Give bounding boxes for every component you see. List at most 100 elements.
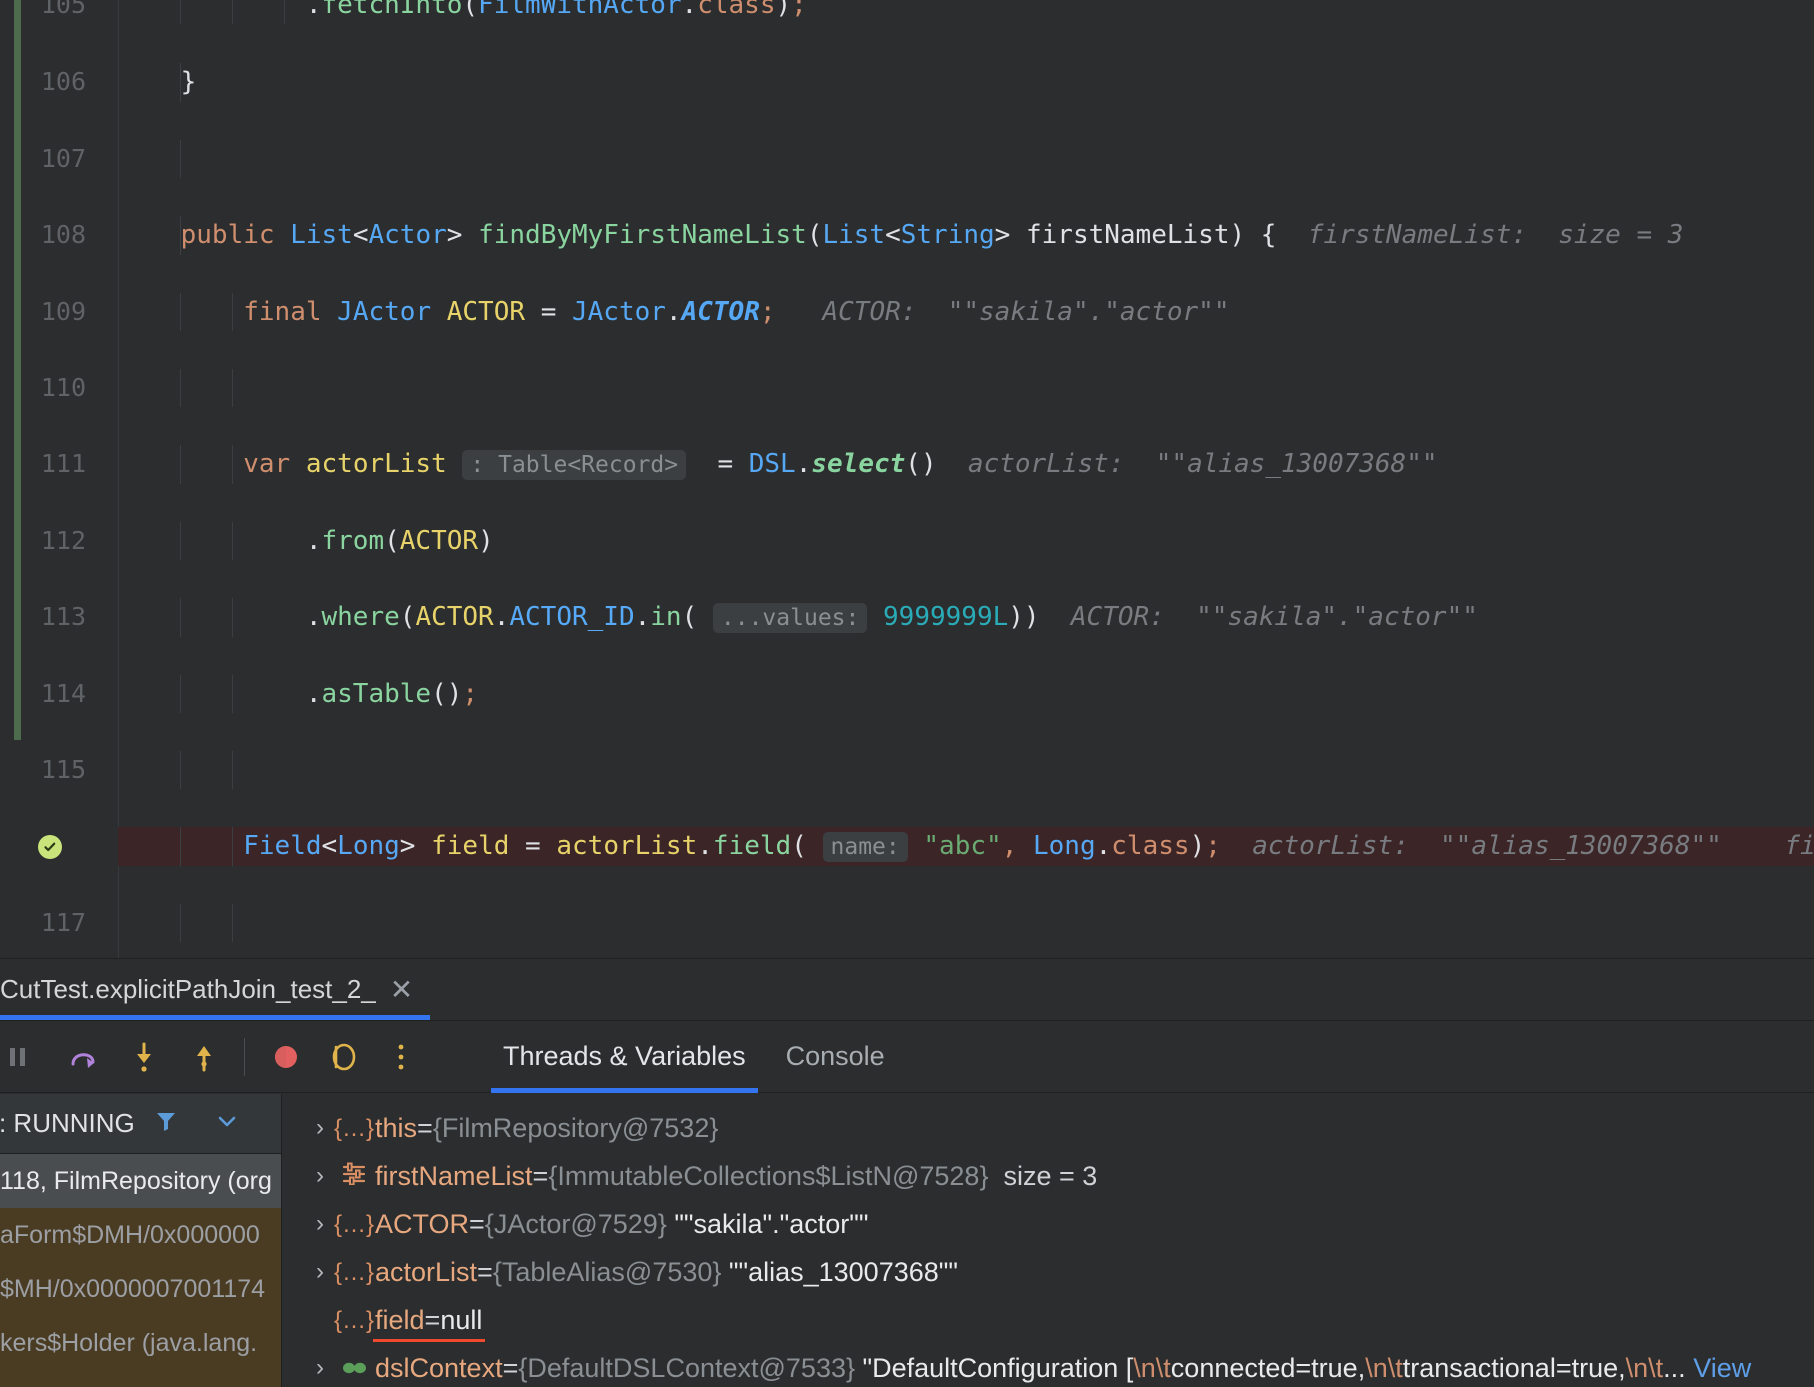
code-editor[interactable]: 105 .fetchInto(FilmWithActor.class); 106…: [0, 0, 1814, 958]
line-number: 111: [40, 449, 86, 479]
code-line[interactable]: 109 final JActor ACTOR = JActor.ACTOR; A…: [0, 292, 1814, 331]
object-braces-icon: {…}: [333, 1211, 375, 1238]
line-text: }: [118, 67, 197, 98]
code-line[interactable]: 105 .fetchInto(FilmWithActor.class);: [0, 0, 1814, 25]
code-line[interactable]: 117: [0, 903, 1814, 943]
line-text: .from(ACTOR): [305, 525, 494, 556]
code-line[interactable]: 113 .where(ACTOR.ACTOR_ID.in( ...values:…: [0, 598, 1814, 637]
variable-name: actorList: [375, 1257, 478, 1287]
step-over-button[interactable]: [58, 1031, 110, 1083]
breakpoint-circle-icon[interactable]: [259, 1031, 311, 1083]
variables-pane[interactable]: › {…} this = {FilmRepository@7532} › fir…: [283, 1094, 1814, 1387]
line-text: .where(ACTOR.ACTOR_ID.in( ...values: 999…: [305, 602, 1478, 634]
variable-name: this: [375, 1113, 418, 1143]
line-number: 105: [40, 0, 86, 19]
line-text: Field<Long> field = actorList.field( nam…: [243, 831, 1814, 863]
line-text: .asTable();: [305, 678, 479, 709]
frame-row[interactable]: ethodHandleAccessor: [0, 1370, 281, 1387]
variable-row[interactable]: › {…} ACTOR = {JActor@7529} ""sakila"."a…: [283, 1200, 1814, 1248]
code-line[interactable]: 112 .from(ACTOR): [0, 521, 1814, 561]
view-value-link[interactable]: View: [1686, 1344, 1751, 1387]
line-text: .fetchInto(FilmWithActor.class);: [305, 0, 807, 20]
object-braces-icon: {…}: [333, 1259, 375, 1286]
thread-selector[interactable]: ': RUNNING: [0, 1094, 281, 1154]
debugger-panel-tabs[interactable]: Threads & Variables Console: [483, 1021, 905, 1093]
code-line[interactable]: 110: [0, 368, 1814, 408]
line-text: final JActor ACTOR = JActor.ACTOR; ACTOR…: [243, 296, 1230, 327]
run-tab[interactable]: CutTest.explicitPathJoin_test_2_ ✕: [0, 959, 435, 1020]
run-configuration-tabstrip[interactable]: CutTest.explicitPathJoin_test_2_ ✕: [0, 959, 1814, 1021]
code-line[interactable]: 115: [0, 750, 1814, 790]
variable-type: {JActor@7529}: [484, 1209, 667, 1239]
line-number: 109: [40, 296, 86, 326]
code-line[interactable]: 106 }: [0, 63, 1814, 102]
variable-name: ACTOR: [375, 1209, 470, 1239]
line-number: 108: [40, 220, 86, 250]
chevron-right-icon[interactable]: ›: [307, 1152, 333, 1200]
thread-status-label: ': RUNNING: [0, 1108, 135, 1138]
variable-equals: =: [502, 1353, 519, 1383]
variable-type: {TableAlias@7530}: [492, 1257, 722, 1287]
run-tab-label: CutTest.explicitPathJoin_test_2_: [0, 974, 376, 1004]
variable-row-null[interactable]: › {…} field = null: [283, 1296, 1814, 1344]
step-out-button[interactable]: [178, 1031, 230, 1083]
variable-name: dslContext: [375, 1353, 503, 1383]
chevron-right-icon[interactable]: ›: [307, 1248, 333, 1296]
line-number: 107: [40, 143, 86, 173]
frame-row[interactable]: kers$Holder (java.lang.: [0, 1316, 281, 1370]
chevron-right-icon[interactable]: ›: [307, 1104, 333, 1152]
object-braces-icon: {…}: [333, 1115, 375, 1142]
vertical-dots-icon[interactable]: [375, 1031, 427, 1083]
variable-equals: =: [417, 1113, 433, 1143]
frame-row[interactable]: 118, FilmRepository (org: [0, 1154, 281, 1208]
chevron-right-icon[interactable]: ›: [307, 1344, 333, 1387]
debugger-toolbar[interactable]: Threads & Variables Console: [0, 1021, 1814, 1093]
variable-name: field: [375, 1305, 425, 1335]
code-line-breakpoint[interactable]: Field<Long> field = actorList.field( nam…: [0, 827, 1814, 866]
variable-value: "DefaultConfiguration [\n\tconnected=tru…: [862, 1353, 1686, 1383]
line-number: 110: [40, 372, 86, 402]
verified-breakpoint-icon[interactable]: [38, 835, 62, 860]
code-line[interactable]: 114 .asTable();: [0, 674, 1814, 713]
pause-button[interactable]: [0, 1031, 44, 1083]
variable-value: ""alias_13007368"": [728, 1257, 958, 1287]
filter-funnel-icon[interactable]: [153, 1108, 179, 1139]
variable-size: size = 3: [1003, 1161, 1098, 1191]
variable-type: {DefaultDSLContext@7533}: [518, 1353, 855, 1383]
frames-list[interactable]: 118, FilmRepository (org aForm$DMH/0x000…: [0, 1154, 281, 1387]
toolbar-divider: [244, 1037, 245, 1076]
watch-eyes-icon: [333, 1344, 375, 1387]
chevron-placeholder: ›: [307, 1296, 333, 1344]
variable-row[interactable]: › dslContext = {DefaultDSLContext@7533} …: [283, 1344, 1814, 1387]
frame-row[interactable]: $MH/0x0000007001174: [0, 1262, 281, 1316]
chevron-right-icon[interactable]: ›: [307, 1200, 333, 1248]
code-line[interactable]: 111 var actorList : Table<Record> = DSL.…: [0, 445, 1814, 484]
tab-console[interactable]: Console: [766, 1021, 905, 1093]
object-braces-icon: {…}: [333, 1307, 375, 1334]
code-line[interactable]: 108 public List<Actor> findByMyFirstName…: [0, 216, 1814, 255]
frame-row[interactable]: aForm$DMH/0x000000: [0, 1208, 281, 1262]
frames-pane[interactable]: ': RUNNING 118, FilmRepository (org aFor…: [0, 1094, 282, 1387]
step-into-button[interactable]: [118, 1031, 170, 1083]
debug-tool-window[interactable]: CutTest.explicitPathJoin_test_2_ ✕ Threa…: [0, 958, 1814, 1387]
code-line[interactable]: 107: [0, 139, 1814, 179]
tab-threads-and-variables[interactable]: Threads & Variables: [483, 1021, 766, 1093]
line-number: 113: [40, 602, 86, 632]
close-icon[interactable]: ✕: [390, 975, 413, 1004]
chevron-down-icon[interactable]: [215, 1109, 239, 1138]
line-number: 106: [40, 67, 86, 97]
line-number: 115: [40, 754, 86, 784]
variable-value: null: [440, 1305, 483, 1335]
line-text: public List<Actor> findByMyFirstNameList…: [180, 220, 1684, 251]
variable-row[interactable]: › {…} actorList = {TableAlias@7530} ""al…: [283, 1248, 1814, 1296]
param-hint-chip: name:: [822, 832, 908, 863]
evaluate-circle-icon[interactable]: [317, 1031, 369, 1083]
variable-value: ""sakila"."actor"": [674, 1209, 869, 1239]
type-hint-chip: : Table<Record>: [462, 450, 687, 481]
collection-list-icon: [333, 1152, 375, 1200]
variable-row[interactable]: › {…} this = {FilmRepository@7532}: [283, 1104, 1814, 1152]
active-tab-indicator: [0, 1015, 430, 1020]
variable-equals: =: [532, 1161, 549, 1191]
variable-row[interactable]: › firstNameList = {ImmutableCollections$…: [283, 1152, 1814, 1200]
variable-type: {ImmutableCollections$ListN@7528}: [548, 1161, 989, 1191]
